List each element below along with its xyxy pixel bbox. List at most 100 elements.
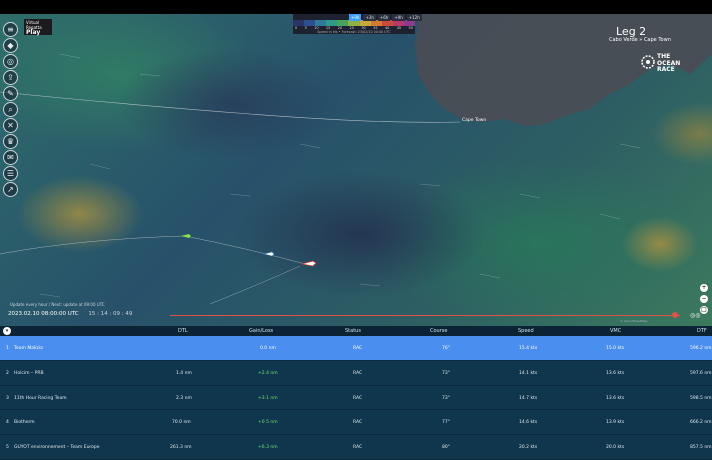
boat-icon[interactable]: ◆ [3,38,18,53]
row-vmc: 13.6 kts [606,395,625,401]
header-speed[interactable]: Speed [518,328,534,334]
trophy-icon[interactable]: ♛ [3,134,18,149]
race-countdown: 15 : 14 : 09 : 49 [88,311,133,317]
map-copyright: © OpenStreetMap [620,319,648,323]
timeline-handle[interactable] [672,312,678,318]
header-dtl[interactable]: DTL [178,328,188,334]
ruler-icon[interactable]: ✎ [3,86,18,101]
row-team: GUYOT environnement – Team Europe [14,445,100,451]
row-dtf: 597.6 nm [690,370,712,376]
row-vmc: 15.0 kts [606,346,625,351]
boat-biotherm[interactable] [180,232,192,240]
row-dtf: 666.2 nm [690,420,712,426]
forecast-tab-0h[interactable]: +0h [349,14,362,21]
row-dtf: 857.5 nm [690,445,712,451]
table-row[interactable]: 3 11th Hour Racing Team 2.3 nm +3.1 nm R… [0,385,712,411]
table-row[interactable]: 2 Holcim – PRB 1.4 nm +2.4 nm RAC 73° 14… [0,360,712,386]
wind-scale-value: 5 [304,26,307,30]
forecast-tabs: +0h +3h +6h +9h +12h [349,14,422,21]
wind-scale-value: 45 [396,26,402,30]
ocean-race-emblem-icon [641,55,655,69]
row-vmc: 13.6 kts [606,370,625,376]
chat-icon[interactable]: ✉ [3,150,18,165]
wind-scale-value: 50 [408,26,413,30]
row-gain: +6.3 nm [258,445,278,451]
zoom-out-button[interactable]: − [700,295,708,303]
ranking-table-header: ▾ DTL Gain/Loss Status Course Speed VMC … [0,326,712,336]
header-vmc[interactable]: VMC [610,328,621,334]
header-status[interactable]: Status [345,328,361,334]
row-status: RAC [353,395,363,401]
chart-icon[interactable]: ↗ [3,182,18,197]
row-rank: 4 [6,420,9,426]
the-ocean-race-logo: THE OCEAN RACE [640,52,692,82]
virtual-regatta-logo[interactable]: Virtual Regatta Play [24,19,52,36]
share-icon[interactable]: ⇪ [3,70,18,85]
wind-map[interactable]: Cape Town + − □ [0,14,712,326]
city-label-cape-town: Cape Town [462,118,487,123]
row-course: 73° [442,395,450,401]
menu-icon[interactable]: ☰ [3,166,18,181]
row-team: Team Malizia [14,346,43,351]
row-speed: 14.1 kts [519,370,538,376]
target-icon[interactable]: ◎ [3,54,18,69]
track-line [0,235,306,265]
top-bar [0,0,712,14]
map-timestamp: 2023.02.10 08:00:00 UTC [8,311,79,317]
ranking-table-body: 1 Team Malizia 0.0 nm RAC 76° 15.4 kts 1… [0,336,712,460]
row-course: 76° [442,346,450,351]
row-course: 73° [442,370,450,376]
row-speed: 15.4 kts [519,346,538,351]
row-gain: +0.5 nm [258,420,278,426]
wind-scale-value: 0 [295,26,298,30]
layers-icon[interactable]: ≡ [3,22,18,37]
row-speed: 14.7 kts [519,395,538,401]
row-status: RAC [353,346,363,351]
row-gain: 0.0 nm [260,346,276,351]
row-team: Holcim – PRB [14,370,44,376]
header-dtf[interactable]: DTF [697,328,707,334]
tools-icon[interactable]: ✕ [3,118,18,133]
forecast-tab-12h[interactable]: +12h [406,14,422,21]
wind-scale-caption: Speed in kts • Forecast: 23/02/10 00:00 … [317,30,391,34]
forecast-tab-3h[interactable]: +3h [363,14,376,21]
search-icon[interactable]: ⌕ [3,102,18,117]
landmass [0,14,712,305]
table-row[interactable]: 4 Biotherm 70.0 nm +0.5 nm RAC 77° 14.6 … [0,410,712,436]
row-vmc: 20.0 kts [606,445,625,451]
table-row[interactable]: 5 GUYOT environnement – Team Europe 261.… [0,435,712,460]
forecast-tab-9h[interactable]: +9h [392,14,405,21]
logo-line-3: Play [26,29,41,36]
row-speed: 14.6 kts [519,420,538,426]
collapse-table-button[interactable]: ▾ [3,327,11,335]
row-dtf: 598.5 nm [690,395,712,401]
row-vmc: 13.9 kts [606,420,625,426]
boat-leader[interactable] [301,259,317,268]
row-status: RAC [353,420,363,426]
sidebar-toolbar: ≡ ◆ ◎ ⇪ ✎ ⌕ ✕ ♛ ✉ ☰ ↗ [3,22,19,198]
row-speed: 20.2 kts [519,445,538,451]
table-row[interactable]: 1 Team Malizia 0.0 nm RAC 76° 15.4 kts 1… [0,336,712,361]
row-gain: +3.1 nm [258,395,278,401]
row-course: 77° [442,420,450,426]
row-dtl: 2.3 nm [176,395,192,401]
row-status: RAC [353,370,363,376]
row-status: RAC [353,445,363,451]
row-gain: +2.4 nm [258,370,278,376]
row-rank: 2 [6,370,9,376]
boat-guyot[interactable] [263,250,275,258]
row-dtl: 261.3 nm [170,445,192,451]
header-gain[interactable]: Gain/Loss [249,328,273,334]
row-dtl: 70.0 nm [172,420,191,426]
row-course: 80° [442,445,450,451]
timeline-slider[interactable] [170,315,680,316]
leg-route: Cabo Verde » Cape Town [609,37,671,43]
race-logo-line-3: RACE [657,66,675,73]
zoom-in-button[interactable]: + [700,284,708,292]
update-info: Update every hour / Next: update at 09:0… [10,302,105,307]
forecast-tab-6h[interactable]: +6h [377,14,391,21]
row-dtl: 1.4 nm [176,370,192,376]
row-rank: 3 [6,395,9,401]
globe-icon[interactable]: ◎◎ [690,312,704,320]
header-course[interactable]: Course [430,328,447,334]
